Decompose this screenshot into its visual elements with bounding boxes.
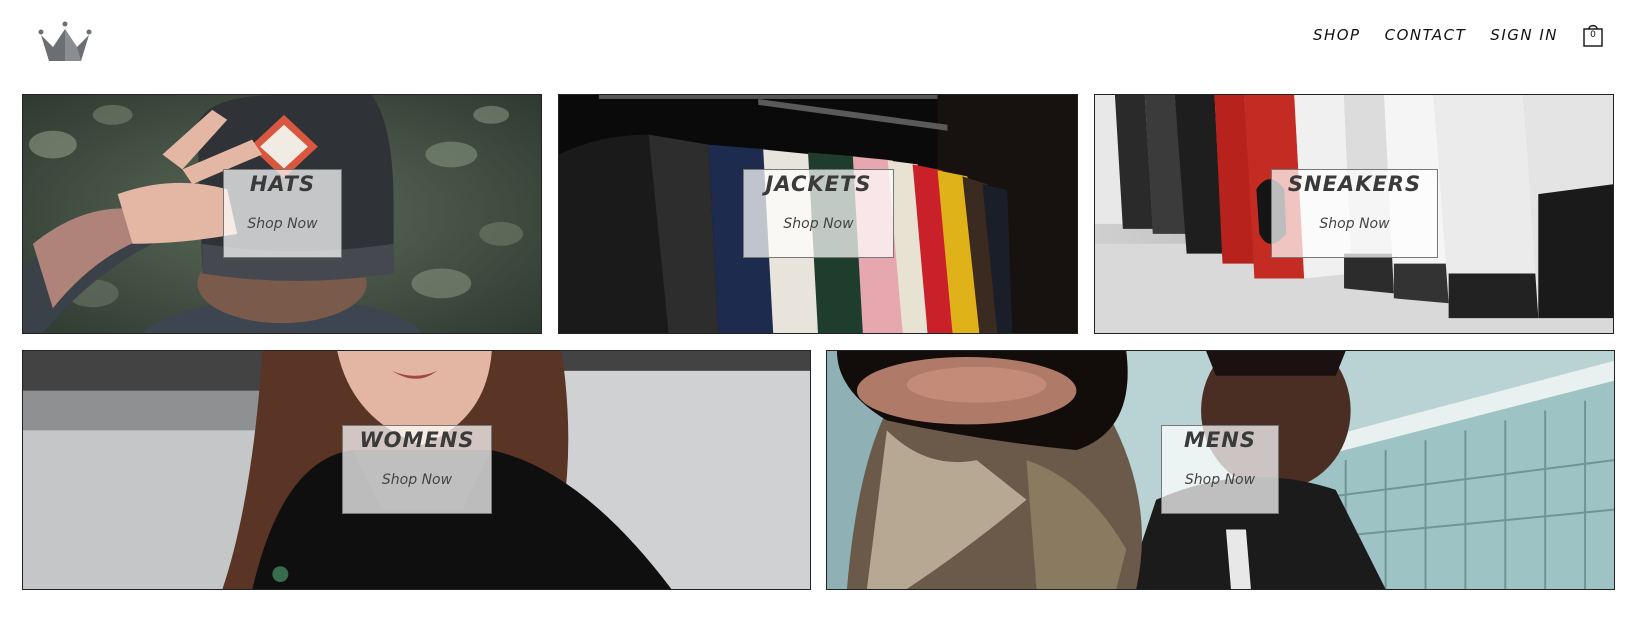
shop-now-link[interactable]: Shop Now [1319,216,1389,232]
site-header: SHOP CONTACT SIGN IN 0 [0,0,1633,90]
cart-button[interactable]: 0 [1582,22,1604,48]
category-label-mens[interactable]: MENS Shop Now [1161,425,1279,514]
category-label-hats[interactable]: HATS Shop Now [223,169,342,258]
category-tile-jackets[interactable]: JACKETS Shop Now [558,94,1078,334]
category-title: MENS [1184,428,1256,452]
category-title: SNEAKERS [1287,172,1422,196]
cart-count: 0 [1590,30,1596,40]
category-title: JACKETS [765,172,872,196]
category-label-jackets[interactable]: JACKETS Shop Now [743,169,894,258]
category-tile-hats[interactable]: HATS Shop Now [22,94,542,334]
category-label-sneakers[interactable]: SNEAKERS Shop Now [1271,169,1438,258]
category-title: WOMENS [359,428,475,452]
nav-sign-in-link[interactable]: SIGN IN [1490,26,1558,44]
shop-now-link[interactable]: Shop Now [1185,472,1255,488]
shop-now-link[interactable]: Shop Now [382,472,452,488]
category-tile-womens[interactable]: WOMENS Shop Now [22,350,811,590]
main-nav: SHOP CONTACT SIGN IN 0 [1313,20,1604,50]
nav-shop-link[interactable]: SHOP [1313,26,1361,44]
nav-contact-link[interactable]: CONTACT [1385,26,1467,44]
shop-now-link[interactable]: Shop Now [247,216,317,232]
category-title: HATS [249,172,316,196]
crown-logo-icon[interactable] [37,20,93,64]
shop-now-link[interactable]: Shop Now [783,216,853,232]
category-label-womens[interactable]: WOMENS Shop Now [342,425,492,514]
category-tile-sneakers[interactable]: SNEAKERS Shop Now [1094,94,1614,334]
category-tile-mens[interactable]: MENS Shop Now [826,350,1615,590]
